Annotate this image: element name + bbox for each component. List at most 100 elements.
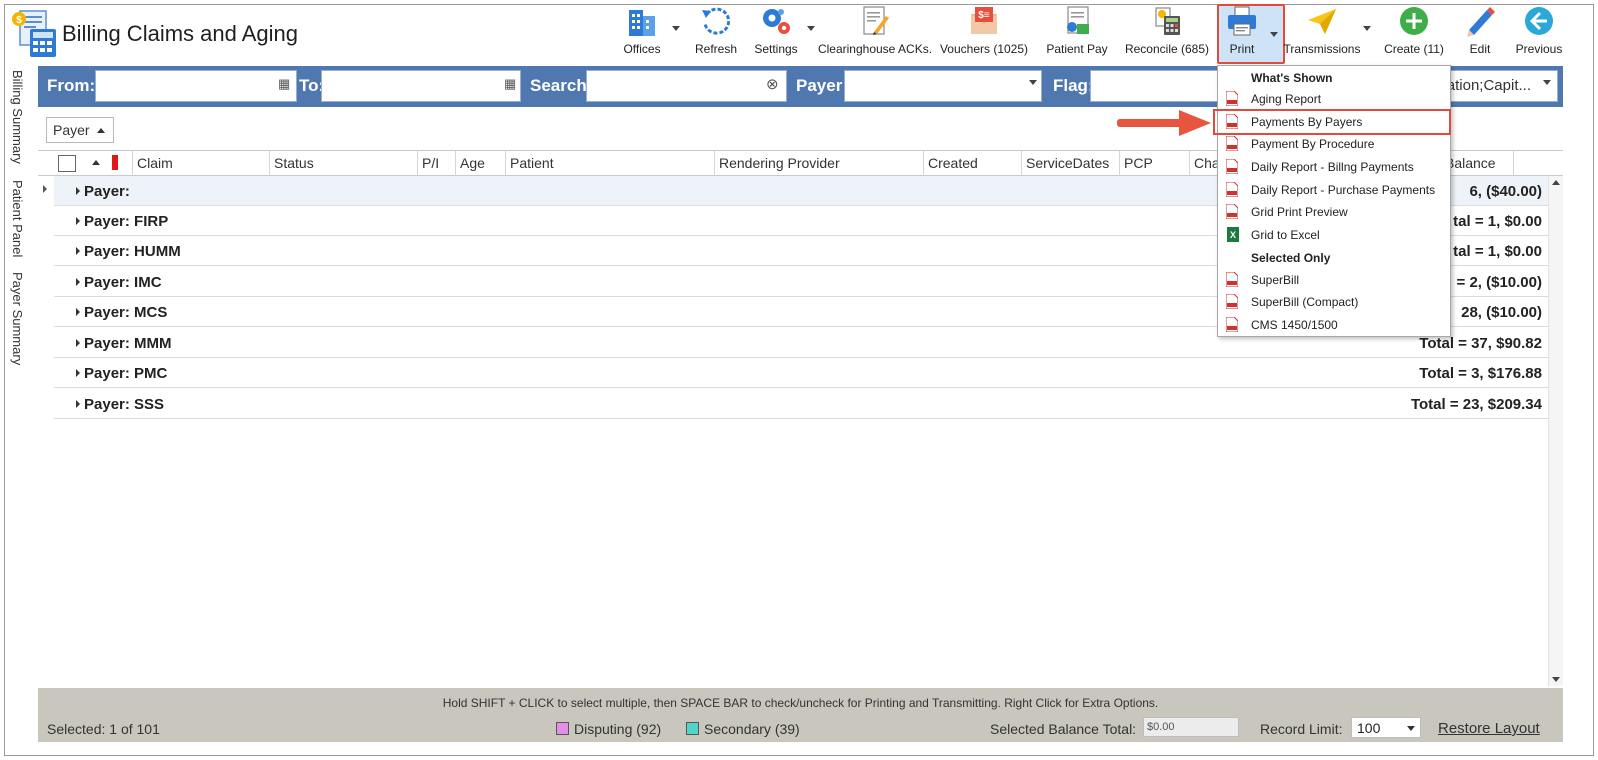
menu-item-highlight-box (1213, 109, 1451, 135)
offices-button[interactable]: Offices (619, 4, 665, 60)
column-header-status[interactable]: Status (270, 151, 418, 176)
side-tab-payer-summary[interactable]: Payer Summary (10, 272, 25, 365)
previous-button[interactable]: Previous (1514, 4, 1564, 60)
pdf-icon (1226, 136, 1238, 151)
expand-icon[interactable] (76, 187, 80, 195)
excel-icon: X (1227, 227, 1239, 242)
menu-item-superbill[interactable]: SuperBill (1218, 269, 1450, 291)
column-header-patient[interactable]: Patient (506, 151, 715, 176)
secondary-legend-swatch (686, 722, 699, 735)
print-button[interactable]: Print (1222, 4, 1262, 60)
restore-layout-link[interactable]: Restore Layout (1438, 720, 1540, 737)
reconcile-button[interactable]: Reconcile (685) (1123, 4, 1211, 60)
menu-item-aging-report[interactable]: Aging Report (1218, 88, 1450, 110)
pdf-icon (1226, 272, 1238, 287)
calendar-icon[interactable]: ▦ (278, 76, 290, 92)
pencil-icon (1467, 7, 1495, 37)
record-limit-select[interactable]: 100 (1351, 717, 1421, 738)
refresh-label: Refresh (694, 42, 738, 56)
side-tab-patient-panel[interactable]: Patient Panel (10, 180, 25, 257)
to-date-input[interactable] (321, 70, 521, 102)
expand-icon[interactable] (76, 308, 80, 316)
create-button[interactable]: Create (11) (1380, 4, 1448, 60)
clearinghouse-acks-button[interactable]: Clearinghouse ACKs. (818, 4, 932, 60)
menu-item-payment-by-procedure[interactable]: Payment By Procedure (1218, 133, 1450, 155)
sort-ascending-icon[interactable] (92, 160, 100, 165)
group-label: Payer: FIRP (84, 213, 169, 230)
record-limit-value: 100 (1357, 720, 1381, 736)
print-dropdown-chevron-icon[interactable] (1270, 32, 1278, 37)
vouchers-label: Vouchers (1025) (939, 42, 1029, 56)
select-all-checkbox[interactable] (58, 155, 76, 172)
selected-balance-field: $0.00 (1143, 717, 1239, 737)
flag-select-value: ation;Capit... (1446, 77, 1531, 94)
calendar-icon[interactable]: ▦ (504, 76, 516, 92)
menu-item-grid-to-excel[interactable]: X Grid to Excel (1218, 224, 1450, 246)
chevron-down-icon[interactable] (1543, 80, 1551, 85)
expand-icon[interactable] (76, 400, 80, 408)
expand-icon[interactable] (76, 247, 80, 255)
clear-search-icon[interactable]: ⊗ (766, 75, 779, 93)
menu-item-cms-1450-1500[interactable]: CMS 1450/1500 (1218, 314, 1450, 336)
expand-icon[interactable] (76, 369, 80, 377)
refresh-button[interactable]: Refresh (694, 4, 738, 60)
record-limit-label: Record Limit: (1260, 721, 1343, 737)
search-input[interactable] (586, 70, 787, 102)
offices-dropdown-chevron-icon[interactable] (672, 26, 680, 31)
plus-circle-icon (1400, 7, 1428, 35)
back-arrow-icon (1525, 7, 1553, 35)
chevron-down-icon[interactable] (1029, 80, 1037, 85)
settings-gear-icon (763, 9, 790, 34)
vouchers-button[interactable]: $≡ Vouchers (1025) (940, 4, 1028, 60)
transmissions-dropdown-chevron-icon[interactable] (1363, 26, 1371, 31)
printer-icon (1228, 6, 1256, 36)
settings-button[interactable]: Settings (752, 4, 800, 60)
payer-select[interactable] (844, 70, 1042, 102)
column-header-created[interactable]: Created (924, 151, 1022, 176)
column-header-pi[interactable]: P/I (418, 151, 456, 176)
group-label: Payer: SSS (84, 396, 165, 413)
vertical-scrollbar[interactable] (1548, 176, 1563, 686)
menu-item-label: Aging Report (1251, 92, 1322, 106)
group-total: tal = 1, $0.00 (1453, 243, 1542, 260)
expand-icon[interactable] (76, 278, 80, 286)
column-header-balance[interactable]: Balance (1440, 151, 1514, 176)
group-total: 28, ($10.00) (1461, 304, 1542, 321)
group-total: 6, ($40.00) (1469, 183, 1542, 200)
column-header-service-dates[interactable]: ServiceDates (1022, 151, 1120, 176)
patient-pay-button[interactable]: Patient Pay (1043, 4, 1111, 60)
settings-dropdown-chevron-icon[interactable] (807, 26, 815, 31)
selected-balance-label: Selected Balance Total: (990, 721, 1137, 737)
side-tab-billing-summary[interactable]: Billing Summary (10, 70, 25, 164)
expand-icon[interactable] (76, 217, 80, 225)
group-row[interactable]: Payer: SSS Total = 23, $209.34 (54, 389, 1548, 419)
document-edit-icon (863, 6, 889, 35)
column-header-claim[interactable]: Claim (132, 151, 270, 176)
expand-icon[interactable] (76, 339, 80, 347)
group-total: Total = 3, $176.88 (1419, 365, 1542, 382)
column-header-rendering-provider[interactable]: Rendering Provider (715, 151, 924, 176)
menu-item-daily-report-billing-payments[interactable]: Daily Report - Billng Payments (1218, 156, 1450, 178)
menu-section-selected-only: Selected Only (1251, 251, 1331, 265)
group-total: tal = 1, $0.00 (1453, 213, 1542, 230)
group-by-payer-chip[interactable]: Payer (46, 117, 114, 143)
group-by-label: Payer (53, 122, 90, 138)
pdf-icon (1226, 91, 1238, 106)
search-label: Search: (530, 76, 593, 95)
group-row[interactable]: Payer: PMC Total = 3, $176.88 (54, 358, 1548, 388)
disputing-legend-swatch (556, 722, 569, 735)
edit-button[interactable]: Edit (1462, 4, 1498, 60)
scroll-down-icon[interactable] (1552, 677, 1560, 682)
group-label: Payer: (84, 183, 130, 200)
patient-pay-label: Patient Pay (1046, 42, 1108, 56)
transmissions-button[interactable]: Transmissions (1284, 4, 1360, 60)
menu-section-whats-shown: What's Shown (1251, 71, 1333, 85)
menu-item-grid-print-preview[interactable]: Grid Print Preview (1218, 201, 1450, 223)
scroll-up-icon[interactable] (1552, 180, 1560, 185)
column-header-age[interactable]: Age (456, 151, 506, 176)
menu-item-superbill-compact[interactable]: SuperBill (Compact) (1218, 291, 1450, 313)
column-header-pcp[interactable]: PCP (1120, 151, 1190, 176)
from-date-input[interactable] (95, 70, 297, 102)
menu-item-daily-report-purchase-payments[interactable]: Daily Report - Purchase Payments (1218, 179, 1450, 201)
previous-label: Previous (1515, 42, 1563, 56)
